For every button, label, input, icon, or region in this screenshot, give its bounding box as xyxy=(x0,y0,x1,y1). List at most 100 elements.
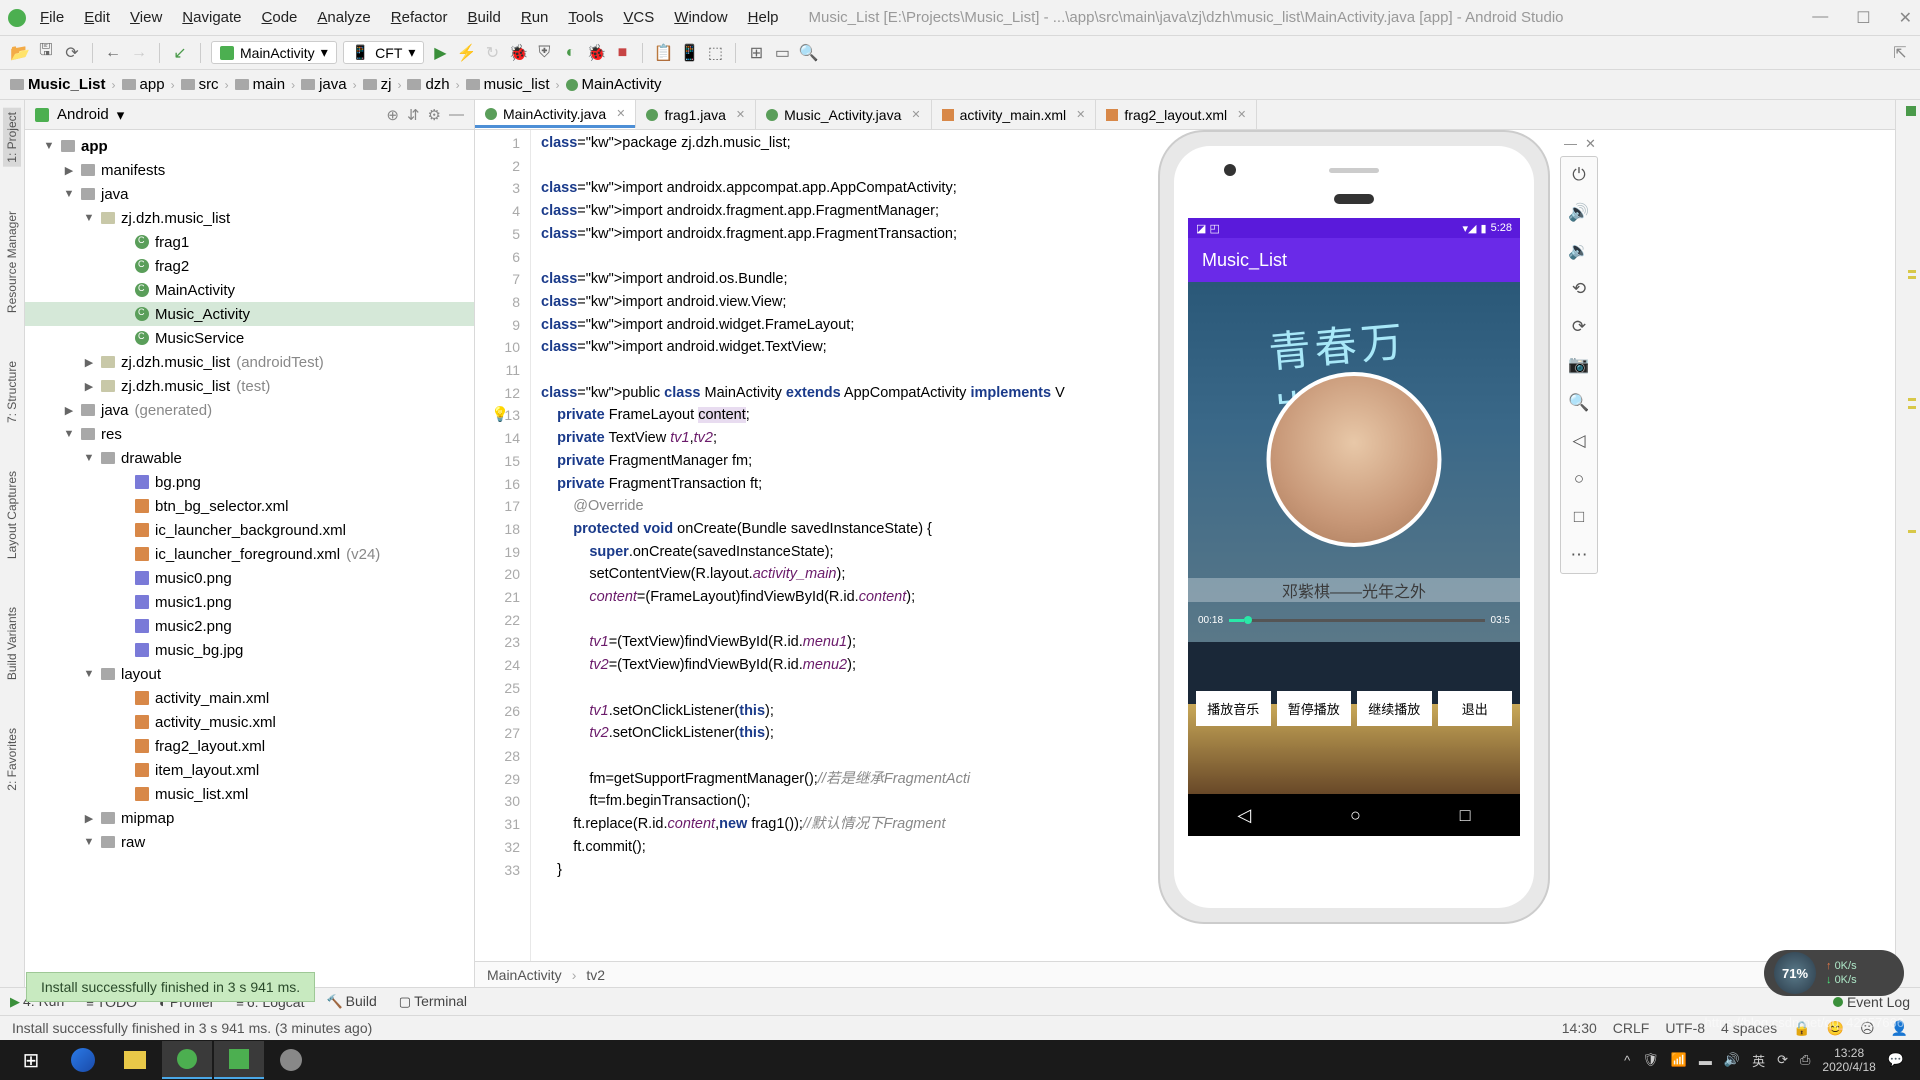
breadcrumb-item[interactable]: java xyxy=(301,76,347,93)
tree-item-zj-dzh-music-list[interactable]: ▶zj.dzh.music_list (androidTest) xyxy=(25,350,474,374)
menu-analyze[interactable]: Analyze xyxy=(317,9,370,26)
tree-item-res[interactable]: ▼res xyxy=(25,422,474,446)
home-nav-icon[interactable]: ○ xyxy=(1350,805,1361,826)
maximize-button[interactable]: ☐ xyxy=(1856,8,1870,28)
hide-icon[interactable]: — xyxy=(449,106,464,123)
rotate-left-icon[interactable]: ⟲ xyxy=(1572,277,1586,301)
breadcrumb-item[interactable]: dzh xyxy=(407,76,449,93)
tree-item-layout[interactable]: ▼layout xyxy=(25,662,474,686)
crumb-class[interactable]: MainActivity xyxy=(487,967,562,983)
tree-item-music-list-xml[interactable]: music_list.xml xyxy=(25,782,474,806)
search-icon[interactable]: 🔍 xyxy=(798,43,818,63)
emulator-minimize-icon[interactable]: — xyxy=(1564,136,1577,152)
sdk-manager-icon[interactable]: 📱 xyxy=(679,43,699,63)
breadcrumb-item[interactable]: music_list xyxy=(466,76,550,93)
menu-run[interactable]: Run xyxy=(521,9,549,26)
back-icon[interactable]: ← xyxy=(103,43,123,63)
close-tab-icon[interactable]: ✕ xyxy=(911,108,920,121)
menu-vcs[interactable]: VCS xyxy=(623,9,654,26)
menu-edit[interactable]: Edit xyxy=(84,9,110,26)
tree-item-java[interactable]: ▶java (generated) xyxy=(25,398,474,422)
menu-view[interactable]: View xyxy=(130,9,162,26)
project-tree[interactable]: ▼app▶manifests▼java▼zj.dzh.music_listfra… xyxy=(25,130,474,987)
tree-item-btn-bg-selector-xml[interactable]: btn_bg_selector.xml xyxy=(25,494,474,518)
pin-icon[interactable]: ⇱ xyxy=(1890,43,1910,63)
run-button[interactable]: ▶ xyxy=(430,43,450,63)
zoom-icon[interactable]: 🔍 xyxy=(1568,391,1589,415)
menu-refactor[interactable]: Refactor xyxy=(391,9,448,26)
editor-tab-frag2-layout-xml[interactable]: frag2_layout.xml✕ xyxy=(1096,100,1257,129)
close-tab-icon[interactable]: ✕ xyxy=(1076,108,1085,121)
close-tab-icon[interactable]: ✕ xyxy=(616,107,625,120)
seek-bar[interactable] xyxy=(1229,619,1485,622)
crumb-member[interactable]: tv2 xyxy=(586,967,605,983)
breadcrumb-item[interactable]: src xyxy=(181,76,219,93)
save-icon[interactable]: 🖫 xyxy=(36,43,56,63)
avd-manager-icon[interactable]: 📋 xyxy=(653,43,673,63)
tree-item-zj-dzh-music-list[interactable]: ▶zj.dzh.music_list (test) xyxy=(25,374,474,398)
menu-window[interactable]: Window xyxy=(674,9,727,26)
layout-captures-tab[interactable]: Layout Captures xyxy=(3,467,21,563)
breadcrumb-item[interactable]: Music_List xyxy=(10,76,106,93)
tree-item-activity-music-xml[interactable]: activity_music.xml xyxy=(25,710,474,734)
locate-icon[interactable]: ⊕ xyxy=(386,106,399,124)
tree-item-bg-png[interactable]: bg.png xyxy=(25,470,474,494)
editor-tab-frag1-java[interactable]: frag1.java✕ xyxy=(636,100,756,129)
player-button[interactable]: 继续播放 xyxy=(1357,691,1432,726)
tree-item-activity-main-xml[interactable]: activity_main.xml xyxy=(25,686,474,710)
tray-clock[interactable]: 13:28 2020/4/18 xyxy=(1822,1046,1875,1074)
tray-wifi-icon[interactable]: 📶 xyxy=(1671,1052,1687,1068)
breadcrumb-item[interactable]: zj xyxy=(363,76,392,93)
menu-build[interactable]: Build xyxy=(467,9,500,26)
volume-up-icon[interactable]: 🔊 xyxy=(1568,201,1589,225)
back-button-icon[interactable]: ◁ xyxy=(1572,429,1585,453)
profile-icon[interactable]: ◐ xyxy=(560,43,580,63)
close-button[interactable]: ✕ xyxy=(1899,8,1912,28)
forward-icon[interactable]: → xyxy=(129,43,149,63)
tray-chevron-icon[interactable]: ^ xyxy=(1624,1053,1630,1068)
playback-progress[interactable]: 00:18 03:5 xyxy=(1198,615,1510,626)
collapse-icon[interactable]: ⇵ xyxy=(407,106,420,124)
run-config-selector[interactable]: MainActivity ▾ xyxy=(211,41,337,64)
file-encoding[interactable]: UTF-8 xyxy=(1665,1020,1705,1036)
database-inspector-icon[interactable]: ▭ xyxy=(772,43,792,63)
camera-button-icon[interactable]: 📷 xyxy=(1568,353,1589,377)
player-button[interactable]: 播放音乐 xyxy=(1196,691,1271,726)
tree-item-frag2[interactable]: frag2 xyxy=(25,254,474,278)
recents-nav-icon[interactable]: □ xyxy=(1460,805,1471,826)
menu-tools[interactable]: Tools xyxy=(568,9,603,26)
taskbar-app-other[interactable] xyxy=(266,1041,316,1079)
coverage-icon[interactable]: ⛨ xyxy=(534,43,554,63)
tray-notifications-icon[interactable]: 💬 xyxy=(1888,1052,1904,1068)
back-nav-icon[interactable]: ◁ xyxy=(1237,805,1251,826)
favorites-tab[interactable]: 2: Favorites xyxy=(3,724,21,795)
editor-tab-music-activity-java[interactable]: Music_Activity.java✕ xyxy=(756,100,931,129)
line-separator[interactable]: CRLF xyxy=(1613,1020,1650,1036)
tree-item-app[interactable]: ▼app xyxy=(25,134,474,158)
overview-button-icon[interactable]: □ xyxy=(1574,505,1584,529)
start-button[interactable]: ⊞ xyxy=(6,1041,56,1079)
tray-shield-icon[interactable]: 🛡 xyxy=(1642,1052,1659,1068)
volume-down-icon[interactable]: 🔉 xyxy=(1568,239,1589,263)
settings-icon[interactable]: ⚙ xyxy=(428,106,441,124)
player-button[interactable]: 暂停播放 xyxy=(1277,691,1352,726)
rotate-right-icon[interactable]: ⟳ xyxy=(1572,315,1586,339)
tree-item-music-bg-jpg[interactable]: music_bg.jpg xyxy=(25,638,474,662)
build-variants-tab[interactable]: Build Variants xyxy=(3,603,21,684)
tree-item-raw[interactable]: ▼raw xyxy=(25,830,474,854)
close-tab-icon[interactable]: ✕ xyxy=(1237,108,1246,121)
project-tab[interactable]: 1: Project xyxy=(3,108,21,167)
build-tool-tab[interactable]: 🔨Build xyxy=(326,993,376,1010)
tray-battery-icon[interactable]: ▬ xyxy=(1699,1053,1712,1068)
taskbar-app-browser[interactable] xyxy=(58,1041,108,1079)
taskbar-app-emulator[interactable] xyxy=(214,1041,264,1079)
power-icon[interactable]: ⏻ xyxy=(1572,163,1585,187)
device-screen[interactable]: ◪ ◰ ▾◢ ▮ 5:28 Music_List 邓紫棋——光年之外 00:18 xyxy=(1188,218,1520,836)
resource-manager-tab[interactable]: Resource Manager xyxy=(3,207,21,317)
restart-activity-icon[interactable]: ↻ xyxy=(482,43,502,63)
tree-item-item-layout-xml[interactable]: item_layout.xml xyxy=(25,758,474,782)
network-speed-widget[interactable]: 71% ↑ 0K/s ↓ 0K/s xyxy=(1764,950,1904,996)
menu-help[interactable]: Help xyxy=(748,9,779,26)
tray-sync-icon[interactable]: ⟳ xyxy=(1777,1052,1788,1068)
close-tab-icon[interactable]: ✕ xyxy=(736,108,745,121)
